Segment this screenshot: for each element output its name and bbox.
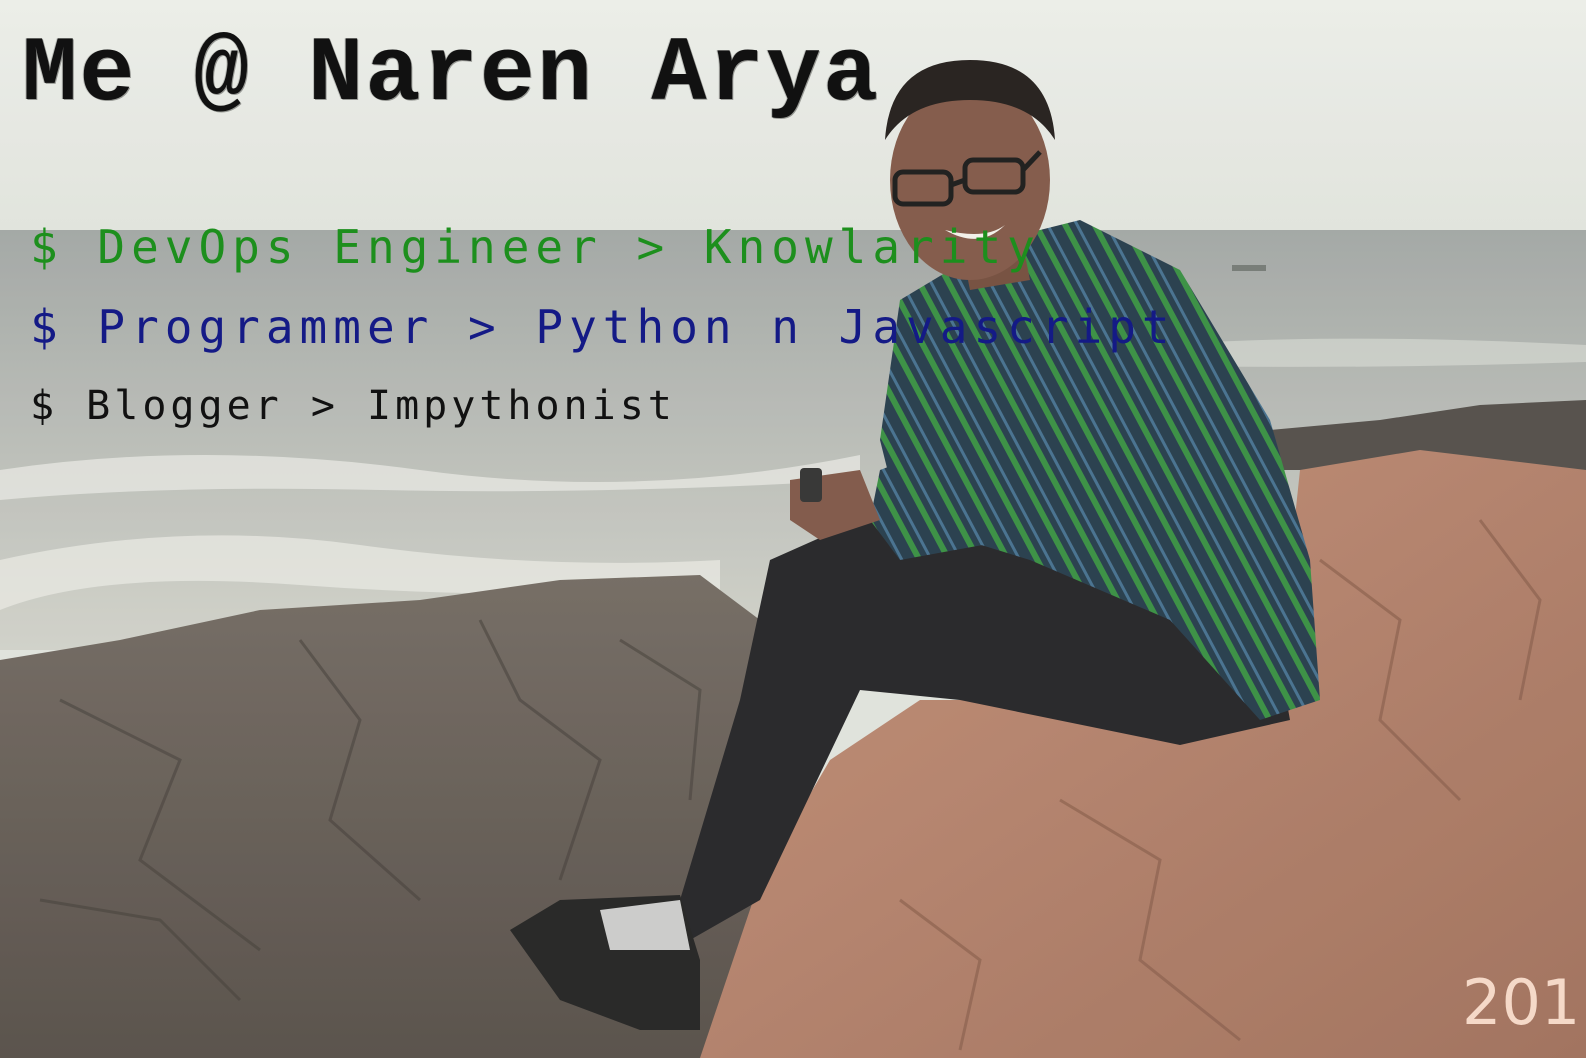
- year-stamp: 201: [1462, 966, 1581, 1039]
- tagline-programmer: $ Programmer > Python n Javascript: [30, 300, 1176, 354]
- tagline-devops: $ DevOps Engineer > Knowlarity: [30, 220, 1041, 274]
- beach-photo: [0, 0, 1586, 1058]
- page-title: Me @ Naren Arya: [22, 22, 881, 127]
- photo-scene: Me @ Naren Arya $ DevOps Engineer > Know…: [0, 0, 1586, 1058]
- photo-tint: [0, 0, 1586, 1058]
- tagline-blogger: $ Blogger > Impythonist: [30, 383, 676, 429]
